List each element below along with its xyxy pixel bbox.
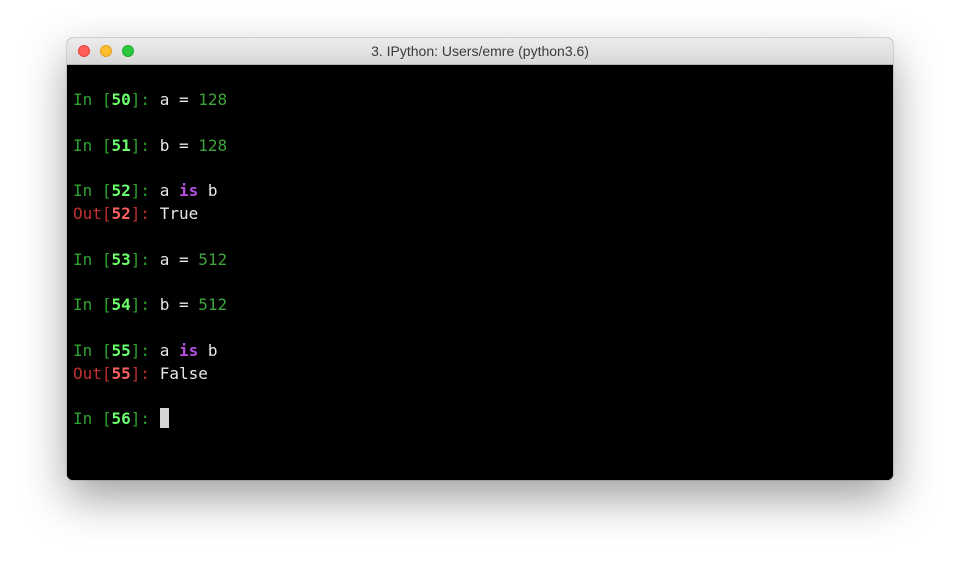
in-prompt-number: 50 [111, 90, 131, 109]
input-line: In [55]: a is b [73, 340, 893, 363]
in-prompt-label: In [ [73, 340, 112, 360]
prompt-suffix: ]: [130, 295, 160, 315]
output-value: False [159, 363, 208, 383]
input-line: In [52]: a is b [73, 180, 893, 203]
in-prompt-number: 51 [111, 135, 131, 155]
prompt-suffix: ]: [130, 90, 160, 109]
prompt-suffix: ]: [130, 135, 160, 155]
code-token: 128 [198, 90, 228, 109]
code-token: 512 [198, 295, 228, 315]
out-prompt-number: 55 [111, 363, 131, 383]
code-token: b [198, 340, 218, 360]
code-token: 512 [198, 249, 228, 269]
in-prompt-number: 53 [111, 249, 131, 269]
in-prompt-label: In [ [73, 295, 112, 315]
input-line: In [51]: b = 128 [73, 135, 893, 158]
in-prompt-label: In [ [73, 409, 112, 429]
terminal-output[interactable]: In [50]: a = 128 In [51]: b = 128 In [52]:… [67, 65, 893, 480]
prompt-suffix: ]: [130, 363, 160, 383]
code-token: b = [159, 295, 199, 315]
in-prompt-number: 54 [111, 295, 131, 315]
code-token: is [178, 181, 199, 201]
input-line: In [53]: a = 512 [73, 249, 893, 272]
output-line: Out[52]: True [73, 203, 893, 226]
title-bar: 3. IPython: Users/emre (python3.6) [67, 38, 893, 65]
code-token: 128 [198, 135, 228, 155]
code-token: a = [159, 90, 199, 109]
code-token: b = [159, 135, 199, 155]
output-value: True [159, 203, 199, 223]
terminal-window: 3. IPython: Users/emre (python3.6) In [5… [67, 38, 893, 480]
prompt-suffix: ]: [130, 409, 160, 429]
output-line: Out[55]: False [73, 363, 893, 386]
in-prompt-label: In [ [73, 135, 112, 155]
code-token: a = [159, 249, 199, 269]
in-prompt-label: In [ [73, 181, 112, 201]
input-line: In [54]: b = 512 [73, 294, 893, 317]
out-prompt-label: Out[ [73, 363, 112, 383]
prompt-suffix: ]: [130, 249, 160, 269]
out-prompt-number: 52 [111, 203, 131, 223]
current-prompt-line: In [56]: [73, 408, 893, 431]
in-prompt-number: 56 [111, 409, 131, 429]
code-token: b [198, 181, 218, 201]
input-line: In [50]: a = 128 [73, 89, 893, 112]
code-token: a [159, 340, 179, 360]
out-prompt-label: Out[ [73, 203, 112, 223]
prompt-suffix: ]: [130, 203, 160, 223]
in-prompt-label: In [ [73, 90, 112, 109]
in-prompt-number: 55 [111, 340, 131, 360]
in-prompt-label: In [ [73, 249, 112, 269]
window-title: 3. IPython: Users/emre (python3.6) [371, 43, 589, 59]
code-token: a [159, 181, 179, 201]
prompt-suffix: ]: [130, 181, 160, 201]
in-prompt-number: 52 [111, 181, 131, 201]
text-cursor[interactable] [159, 408, 169, 429]
code-token: is [178, 340, 199, 360]
prompt-suffix: ]: [130, 340, 160, 360]
